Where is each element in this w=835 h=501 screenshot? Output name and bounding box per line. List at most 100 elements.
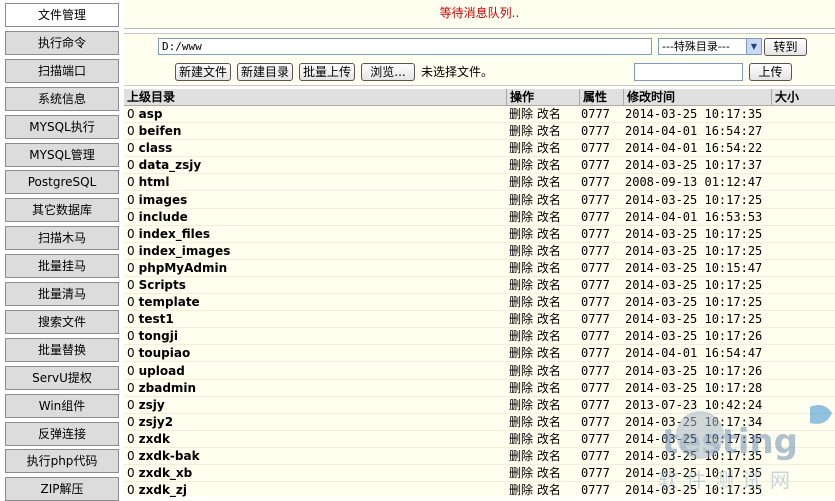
attr-link[interactable]: 0777	[581, 414, 610, 431]
rename-link[interactable]: 改名	[537, 295, 561, 309]
mtime-link[interactable]: 2014-03-25 10:17:25	[625, 192, 762, 209]
mtime-link[interactable]: 2014-03-25 10:17:35	[625, 465, 762, 482]
rename-link[interactable]: 改名	[537, 483, 561, 497]
sidebar-item[interactable]: 反弹连接	[5, 421, 119, 446]
attr-link[interactable]: 0777	[581, 106, 610, 123]
folder-link[interactable]: tongji	[139, 329, 178, 343]
delete-link[interactable]: 删除	[509, 329, 533, 343]
mtime-link[interactable]: 2014-04-01 16:54:27	[625, 123, 762, 140]
delete-link[interactable]: 删除	[509, 466, 533, 480]
attr-link[interactable]: 0777	[581, 260, 610, 277]
delete-link[interactable]: 删除	[509, 227, 533, 241]
mtime-link[interactable]: 2014-03-25 10:17:25	[625, 294, 762, 311]
goto-button[interactable]: 转到	[764, 38, 807, 56]
mtime-link[interactable]: 2014-04-01 16:54:47	[625, 345, 762, 362]
rename-link[interactable]: 改名	[537, 158, 561, 172]
delete-link[interactable]: 删除	[509, 210, 533, 224]
attr-link[interactable]: 0777	[581, 209, 610, 226]
attr-link[interactable]: 0777	[581, 174, 610, 191]
mtime-link[interactable]: 2014-03-25 10:17:34	[625, 414, 762, 431]
attr-link[interactable]: 0777	[581, 294, 610, 311]
sidebar-item[interactable]: 文件管理	[5, 3, 119, 27]
upload-button[interactable]: 上传	[749, 63, 792, 81]
delete-link[interactable]: 删除	[509, 261, 533, 275]
rename-link[interactable]: 改名	[537, 175, 561, 189]
delete-link[interactable]: 删除	[509, 278, 533, 292]
sidebar-item[interactable]: 搜索文件	[5, 309, 119, 334]
attr-link[interactable]: 0777	[581, 448, 610, 465]
attr-link[interactable]: 0777	[581, 465, 610, 482]
attr-link[interactable]: 0777	[581, 328, 610, 345]
attr-link[interactable]: 0777	[581, 226, 610, 243]
mtime-link[interactable]: 2014-03-25 10:17:25	[625, 243, 762, 260]
delete-link[interactable]: 删除	[509, 346, 533, 360]
attr-link[interactable]: 0777	[581, 397, 610, 414]
rename-link[interactable]: 改名	[537, 261, 561, 275]
folder-link[interactable]: data_zsjy	[139, 158, 202, 172]
delete-link[interactable]: 删除	[509, 193, 533, 207]
attr-link[interactable]: 0777	[581, 311, 610, 328]
special-dir-select[interactable]: ---特殊目录--- ▼	[658, 38, 762, 55]
attr-link[interactable]: 0777	[581, 345, 610, 362]
rename-link[interactable]: 改名	[537, 398, 561, 412]
delete-link[interactable]: 删除	[509, 381, 533, 395]
delete-link[interactable]: 删除	[509, 141, 533, 155]
rename-link[interactable]: 改名	[537, 312, 561, 326]
rename-link[interactable]: 改名	[537, 466, 561, 480]
rename-link[interactable]: 改名	[537, 124, 561, 138]
attr-link[interactable]: 0777	[581, 277, 610, 294]
folder-link[interactable]: index_images	[139, 244, 231, 258]
sidebar-item[interactable]: 执行php代码	[5, 449, 119, 474]
chevron-down-icon[interactable]: ▼	[746, 39, 761, 54]
browse-button[interactable]: 浏览...	[361, 63, 415, 81]
folder-link[interactable]: asp	[139, 107, 163, 121]
sidebar-item[interactable]: ServU提权	[5, 365, 119, 390]
sidebar-item[interactable]: MYSQL管理	[5, 142, 119, 167]
folder-link[interactable]: template	[139, 295, 200, 309]
delete-link[interactable]: 删除	[509, 364, 533, 378]
folder-link[interactable]: zxdk-bak	[139, 449, 200, 463]
delete-link[interactable]: 删除	[509, 449, 533, 463]
sidebar-item[interactable]: 批量替换	[5, 337, 119, 362]
attr-link[interactable]: 0777	[581, 123, 610, 140]
folder-link[interactable]: toupiao	[139, 346, 191, 360]
mtime-link[interactable]: 2014-03-25 10:17:35	[625, 106, 762, 123]
mtime-link[interactable]: 2014-03-25 10:17:35	[625, 431, 762, 448]
mtime-link[interactable]: 2014-03-25 10:17:25	[625, 277, 762, 294]
folder-link[interactable]: zxdk	[139, 432, 170, 446]
mtime-link[interactable]: 2014-03-25 10:17:25	[625, 311, 762, 328]
rename-link[interactable]: 改名	[537, 381, 561, 395]
mtime-link[interactable]: 2014-03-25 10:17:26	[625, 363, 762, 380]
folder-link[interactable]: beifen	[139, 124, 182, 138]
mtime-link[interactable]: 2014-03-25 10:17:26	[625, 328, 762, 345]
mtime-link[interactable]: 2014-03-25 10:17:35	[625, 482, 762, 497]
mtime-link[interactable]: 2014-03-25 10:17:37	[625, 157, 762, 174]
new-file-button[interactable]: 新建文件	[175, 63, 231, 81]
folder-link[interactable]: upload	[139, 364, 185, 378]
delete-link[interactable]: 删除	[509, 158, 533, 172]
sidebar-item[interactable]: MYSQL执行	[5, 114, 119, 139]
sidebar-item[interactable]: Win组件	[5, 393, 119, 418]
folder-link[interactable]: class	[139, 141, 173, 155]
folder-link[interactable]: zsjy	[139, 398, 165, 412]
delete-link[interactable]: 删除	[509, 107, 533, 121]
mtime-link[interactable]: 2014-03-25 10:17:25	[625, 226, 762, 243]
mtime-link[interactable]: 2014-03-25 10:17:28	[625, 380, 762, 397]
attr-link[interactable]: 0777	[581, 380, 610, 397]
attr-link[interactable]: 0777	[581, 431, 610, 448]
rename-link[interactable]: 改名	[537, 210, 561, 224]
mtime-link[interactable]: 2014-04-01 16:53:53	[625, 209, 762, 226]
delete-link[interactable]: 删除	[509, 432, 533, 446]
folder-link[interactable]: images	[139, 193, 188, 207]
attr-link[interactable]: 0777	[581, 140, 610, 157]
rename-link[interactable]: 改名	[537, 227, 561, 241]
delete-link[interactable]: 删除	[509, 124, 533, 138]
delete-link[interactable]: 删除	[509, 244, 533, 258]
sidebar-item[interactable]: 批量挂马	[5, 254, 119, 279]
sidebar-item[interactable]: 其它数据库	[5, 198, 119, 223]
sidebar-item[interactable]: ZIP解压	[5, 477, 119, 501]
attr-link[interactable]: 0777	[581, 192, 610, 209]
folder-link[interactable]: zxdk_zj	[139, 483, 187, 497]
delete-link[interactable]: 删除	[509, 295, 533, 309]
delete-link[interactable]: 删除	[509, 483, 533, 497]
